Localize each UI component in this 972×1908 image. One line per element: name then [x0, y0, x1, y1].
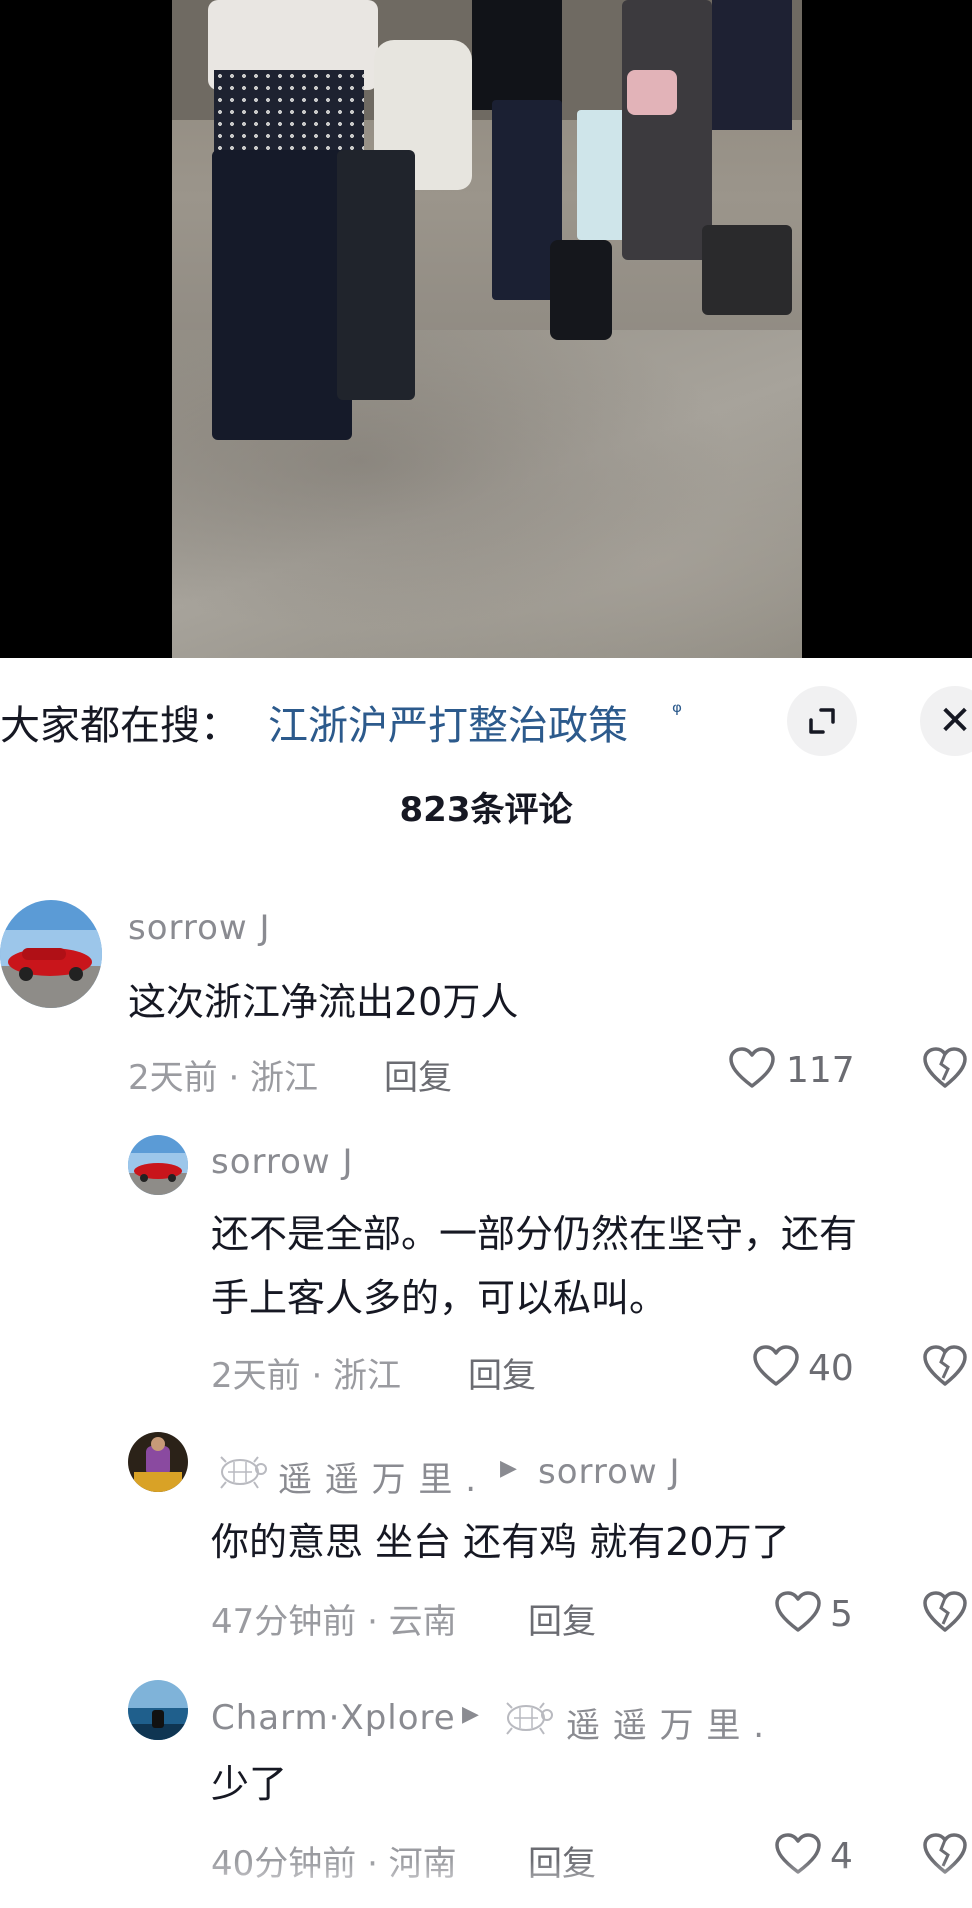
- search-prefix-label: 大家都在搜：: [0, 703, 240, 749]
- reply-username[interactable]: 遥 遥 万 里 .: [278, 1452, 477, 1501]
- reply-button[interactable]: 回复: [468, 1348, 536, 1397]
- reply-button[interactable]: 回复: [528, 1594, 596, 1643]
- reply-text-line: 还不是全部。一部分仍然在坚守，还有: [211, 1212, 858, 1256]
- reply-to-username[interactable]: 遥 遥 万 里 .: [566, 1698, 765, 1747]
- bottom-fade-overlay: [0, 1860, 972, 1908]
- video-figure-three: [622, 0, 712, 260]
- reply-meta: 2天前 · 浙江: [211, 1356, 402, 1396]
- video-pink-bag: [627, 70, 677, 115]
- expand-icon: [809, 708, 835, 734]
- dislike-broken-heart-icon[interactable]: [922, 1590, 968, 1634]
- video-frame: [172, 0, 802, 658]
- dislike-broken-heart-icon[interactable]: [922, 1046, 968, 1090]
- comment-text: 这次浙江净流出20万人: [128, 970, 518, 1034]
- comment-count-title: 823条评论: [399, 790, 573, 830]
- reply-username[interactable]: Charm·Xplore: [211, 1698, 456, 1738]
- comment-username[interactable]: sorrow J: [128, 908, 271, 948]
- video-player[interactable]: [0, 0, 972, 658]
- reply-to-username[interactable]: sorrow J: [538, 1452, 681, 1492]
- avatar[interactable]: [128, 1135, 188, 1195]
- comment-text-line: 这次浙江净流出20万人: [128, 980, 519, 1024]
- reply-button[interactable]: 回复: [384, 1050, 452, 1099]
- avatar[interactable]: [128, 1432, 188, 1492]
- like-heart-icon[interactable]: [752, 1344, 800, 1388]
- reply-text-line: 你的意思 坐台 还有鸡 就有20万了: [211, 1520, 790, 1564]
- like-count: 117: [786, 1050, 855, 1091]
- reply-meta: 47分钟前 · 云南: [211, 1602, 457, 1642]
- video-suitcase: [337, 150, 415, 400]
- comment-meta: 2天前 · 浙江: [128, 1058, 319, 1098]
- like-heart-icon[interactable]: [774, 1590, 822, 1634]
- reply-text: 少了: [211, 1752, 287, 1816]
- video-black-case: [550, 240, 612, 340]
- turtle-badge-icon: [220, 1456, 267, 1489]
- reply-text: 还不是全部。一部分仍然在坚守，还有 手上客人多的，可以私叫。: [211, 1202, 857, 1330]
- dislike-broken-heart-icon[interactable]: [922, 1344, 968, 1388]
- search-icon[interactable]: ᵠ: [672, 698, 682, 726]
- avatar[interactable]: [0, 900, 102, 1008]
- reply-arrow-icon: ▶: [500, 1456, 517, 1481]
- avatar[interactable]: [128, 1680, 188, 1740]
- video-figure-two: [472, 0, 562, 110]
- video-handbag: [702, 225, 792, 315]
- close-icon: ✕: [938, 698, 972, 744]
- like-count: 5: [830, 1594, 853, 1635]
- reply-text-line: 少了: [211, 1762, 288, 1806]
- like-count: 40: [808, 1348, 854, 1389]
- search-suggestion-link[interactable]: 江浙沪严打整治政策: [268, 693, 628, 751]
- like-heart-icon[interactable]: [728, 1046, 776, 1090]
- turtle-badge-icon: [506, 1702, 553, 1735]
- video-figure-four: [712, 0, 792, 130]
- expand-button[interactable]: [787, 686, 857, 756]
- reply-username[interactable]: sorrow J: [211, 1142, 354, 1182]
- video-figure-pants: [212, 150, 352, 440]
- reply-arrow-icon: ▶: [462, 1702, 479, 1727]
- reply-text-line: 手上客人多的，可以私叫。: [211, 1276, 668, 1320]
- reply-text: 你的意思 坐台 还有鸡 就有20万了: [211, 1510, 790, 1574]
